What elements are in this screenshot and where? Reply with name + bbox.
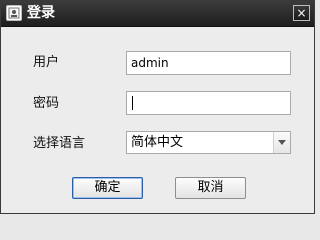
chevron-down-icon xyxy=(278,140,286,145)
username-label: 用户 xyxy=(33,55,60,70)
language-label: 选择语言 xyxy=(33,136,86,151)
window-title: 登录 xyxy=(27,5,55,21)
password-label: 密码 xyxy=(33,96,60,111)
login-dialog: 登录 × 用户 admin 密码 选择语言 简体中文 确定 取消 xyxy=(0,0,315,214)
cancel-button[interactable]: 取消 xyxy=(175,177,246,199)
password-input[interactable] xyxy=(126,91,291,115)
title-bar[interactable]: 登录 × xyxy=(1,1,314,27)
app-icon xyxy=(6,5,22,21)
username-input[interactable]: admin xyxy=(126,51,291,75)
close-button[interactable]: × xyxy=(293,5,310,21)
language-select-value: 简体中文 xyxy=(131,135,184,150)
text-caret xyxy=(132,96,133,110)
ok-button[interactable]: 确定 xyxy=(72,177,143,199)
language-dropdown-button[interactable] xyxy=(273,132,290,153)
close-icon: × xyxy=(296,6,307,20)
language-select[interactable]: 简体中文 xyxy=(126,131,291,154)
